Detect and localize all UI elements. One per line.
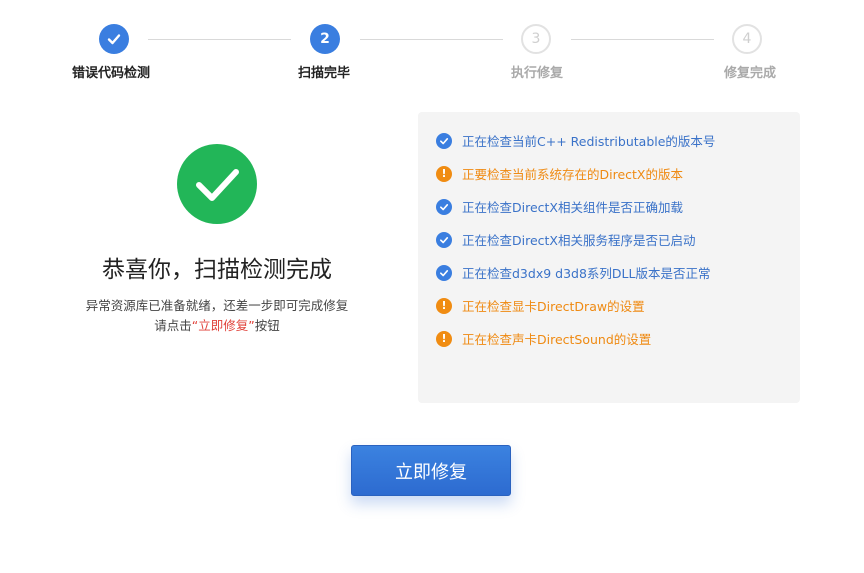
instruction-suffix: 按钮 xyxy=(254,318,280,333)
instruction-prefix: 请点击 xyxy=(154,318,192,333)
step-1-label: 错误代码检测 xyxy=(71,66,151,81)
check-ok-icon xyxy=(436,198,452,215)
check-item: ! 正在检查声卡DirectSound的设置 xyxy=(436,329,651,348)
step-3-label: 执行修复 xyxy=(510,66,564,81)
step-3-number: 3 xyxy=(521,24,551,54)
step-2-label: 扫描完毕 xyxy=(297,66,351,81)
check-ok-icon xyxy=(436,132,452,149)
check-ok-icon xyxy=(436,264,452,281)
fix-now-button[interactable]: 立即修复 xyxy=(351,445,511,496)
check-item: 正在检查d3dx9 d3d8系列DLL版本是否正常 xyxy=(436,263,710,282)
check-item: ! 正在检查显卡DirectDraw的设置 xyxy=(436,296,645,315)
step-connector xyxy=(148,39,291,40)
check-text: 正在检查声卡DirectSound的设置 xyxy=(462,332,652,347)
check-item: 正在检查当前C++ Redistributable的版本号 xyxy=(436,131,715,150)
check-ok-icon xyxy=(436,231,452,248)
check-text: 正在检查d3dx9 d3d8系列DLL版本是否正常 xyxy=(462,266,711,281)
result-description: 异常资源库已准备就绪，还差一步即可完成修复 xyxy=(85,298,349,313)
check-list-panel: 正在检查当前C++ Redistributable的版本号 ! 正要检查当前系统… xyxy=(418,112,800,403)
step-connector xyxy=(360,39,503,40)
check-item: ! 正要检查当前系统存在的DirectX的版本 xyxy=(436,164,683,183)
step-4-number: 4 xyxy=(732,24,762,54)
step-2-number: 2 xyxy=(310,24,340,54)
result-title: 恭喜你，扫描检测完成 xyxy=(102,257,332,283)
check-item: 正在检查DirectX相关组件是否正确加载 xyxy=(436,197,683,216)
check-text: 正在检查DirectX相关组件是否正确加载 xyxy=(462,200,683,215)
warning-icon: ! xyxy=(436,330,452,347)
step-4-label: 修复完成 xyxy=(723,66,777,81)
warning-icon: ! xyxy=(436,297,452,314)
result-instruction: 请点击“立即修复”按钮 xyxy=(154,315,279,334)
check-text: 正在检查显卡DirectDraw的设置 xyxy=(462,299,645,314)
success-check-icon xyxy=(177,144,257,224)
step-1-check-icon xyxy=(99,24,129,54)
warning-icon: ! xyxy=(436,165,452,182)
check-item: 正在检查DirectX相关服务程序是否已启动 xyxy=(436,230,696,249)
check-text: 正要检查当前系统存在的DirectX的版本 xyxy=(462,167,683,182)
check-text: 正在检查当前C++ Redistributable的版本号 xyxy=(462,134,716,149)
instruction-highlight: “立即修复” xyxy=(191,318,255,333)
step-connector xyxy=(571,39,714,40)
check-text: 正在检查DirectX相关服务程序是否已启动 xyxy=(462,233,696,248)
